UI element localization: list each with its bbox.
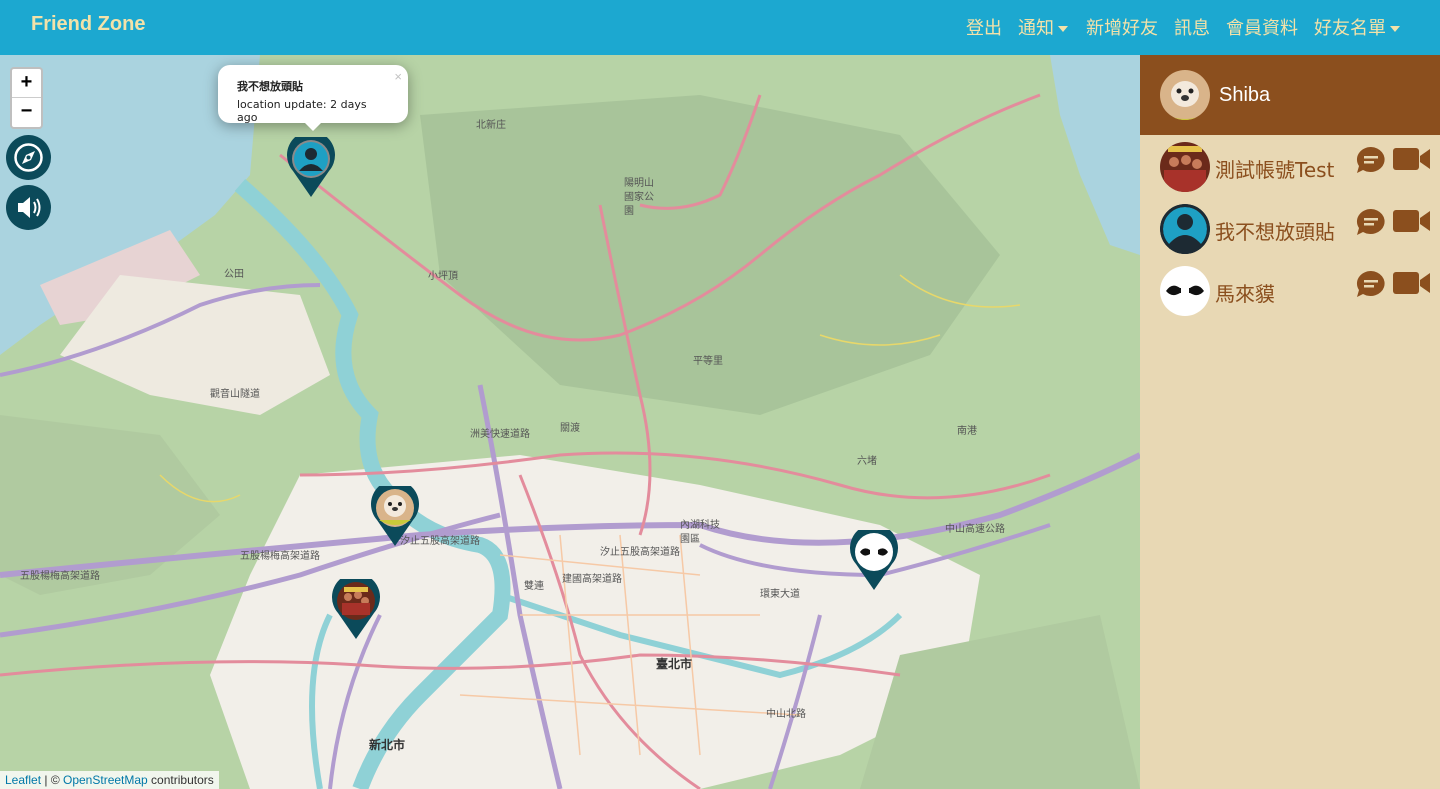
location-popup: 我不想放頭貼 location update: 2 days ago ×	[218, 65, 408, 124]
friend-item[interactable]: 馬來貘	[1140, 263, 1440, 319]
map-label-xinbeipu: 北新庄	[476, 120, 506, 131]
map-label-zhongshan-n: 中山北路	[766, 709, 806, 720]
map-label-xizhi-elevated: 汐止五股高架道路	[600, 547, 680, 558]
group-photo-avatar-icon	[1160, 142, 1210, 192]
osm-link[interactable]: OpenStreetMap	[63, 773, 148, 787]
map-label-zhoumei: 洲美快速道路	[470, 429, 530, 440]
attribution-contributors: contributors	[147, 773, 214, 787]
video-camera-icon[interactable]	[1393, 271, 1431, 295]
zoom-in-button[interactable]: +	[12, 69, 41, 98]
friend-list-label: 好友名單	[1314, 18, 1386, 39]
user-avatar-icon	[287, 137, 335, 197]
navbar: Friend Zone 登出 通知 新增好友 訊息 會員資料 好友名單	[0, 0, 1440, 55]
friend-marker-test[interactable]	[332, 579, 382, 641]
attribution-sep: | ©	[41, 773, 63, 787]
tapir-avatar-icon	[1160, 266, 1210, 316]
avatar	[1160, 142, 1210, 192]
map-label-jianguo: 建國高架道路	[562, 574, 622, 585]
avatar	[1160, 70, 1210, 120]
zoom-control: + −	[10, 67, 43, 129]
zoom-out-button[interactable]: −	[12, 98, 41, 127]
map-label-shuanglian: 雙連	[524, 581, 544, 592]
map-label-yangmingshan: 陽明山國家公園	[624, 178, 654, 217]
popup-close-icon[interactable]: ×	[394, 69, 402, 84]
notifications-dropdown[interactable]: 通知	[1018, 14, 1068, 40]
map-label-wugu-elevated-2: 五股楊梅高架道路	[240, 551, 320, 562]
popup-title: 我不想放頭貼	[237, 80, 303, 93]
map-label-huandong: 環東大道	[760, 589, 800, 600]
caret-down-icon	[1390, 26, 1400, 32]
map-label-wugu-elevated: 五股楊梅高架道路	[20, 571, 100, 582]
compass-button[interactable]	[6, 135, 51, 180]
friend-name: 我不想放頭貼	[1215, 220, 1335, 244]
group-photo-avatar-icon	[332, 579, 380, 639]
map-view[interactable]: 陽明山國家公園 臺北市 新北市 內湖科技園區 環東大道 中山高速公路 汐止五股高…	[0, 55, 1140, 789]
map-label-guandu: 關渡	[560, 423, 580, 434]
caret-down-icon	[1058, 26, 1068, 32]
avatar	[1160, 204, 1210, 254]
map-attribution: Leaflet | © OpenStreetMap contributors	[0, 771, 219, 789]
map-label-dagong: 公田	[224, 269, 244, 280]
profile-link[interactable]: 會員資料	[1226, 14, 1298, 40]
chat-bubble-icon[interactable]	[1355, 207, 1387, 237]
compass-icon	[14, 143, 43, 172]
friend-item[interactable]: 我不想放頭貼	[1140, 201, 1440, 257]
friend-marker-tapir[interactable]	[850, 530, 900, 592]
video-camera-icon[interactable]	[1393, 209, 1431, 233]
leaflet-link[interactable]: Leaflet	[5, 773, 41, 787]
video-camera-icon[interactable]	[1393, 147, 1431, 171]
add-friend-link[interactable]: 新增好友	[1086, 14, 1158, 40]
popup-tip	[303, 121, 323, 131]
current-user-header[interactable]: Shiba	[1140, 55, 1440, 135]
shiba-avatar-icon	[371, 486, 419, 546]
friend-list-dropdown[interactable]: 好友名單	[1314, 14, 1400, 40]
friend-name: 測試帳號Test	[1215, 158, 1335, 182]
chat-bubble-icon[interactable]	[1355, 269, 1387, 299]
map-label-xiaoyou: 小坪頂	[428, 271, 458, 282]
brand-logo[interactable]: Friend Zone	[31, 13, 145, 36]
map-label-new-taipei: 新北市	[369, 738, 406, 752]
map-label-neihu: 內湖科技園區	[680, 520, 720, 545]
map-label-taipei: 臺北市	[656, 657, 693, 671]
map-label-nangang: 南港	[957, 426, 977, 437]
logout-link[interactable]: 登出	[966, 14, 1002, 40]
user-avatar-icon	[1160, 204, 1210, 254]
voice-button[interactable]	[6, 185, 51, 230]
map-label-zhongshan-hwy: 中山高速公路	[945, 524, 1005, 535]
tapir-avatar-icon	[850, 530, 898, 590]
friend-sidebar: Shiba 測試帳號Test 我不想放頭貼 馬來貘	[1140, 55, 1440, 789]
chat-bubble-icon[interactable]	[1355, 145, 1387, 175]
speaker-icon	[18, 197, 41, 218]
friend-marker-no-avatar[interactable]	[287, 137, 337, 199]
friend-marker-shiba[interactable]	[371, 486, 421, 548]
messages-link[interactable]: 訊息	[1174, 14, 1210, 40]
map-label-pingdeng: 平等里	[693, 356, 723, 367]
shiba-avatar-icon	[1160, 70, 1210, 120]
friend-name: 馬來貘	[1215, 282, 1275, 306]
map-label-liuqi: 六堵	[857, 456, 877, 467]
friend-item[interactable]: 測試帳號Test	[1140, 139, 1440, 195]
map-label-guandu-plain: 觀音山隧道	[210, 389, 260, 400]
current-user-name: Shiba	[1219, 84, 1271, 106]
notifications-label: 通知	[1018, 18, 1054, 39]
avatar	[1160, 266, 1210, 316]
